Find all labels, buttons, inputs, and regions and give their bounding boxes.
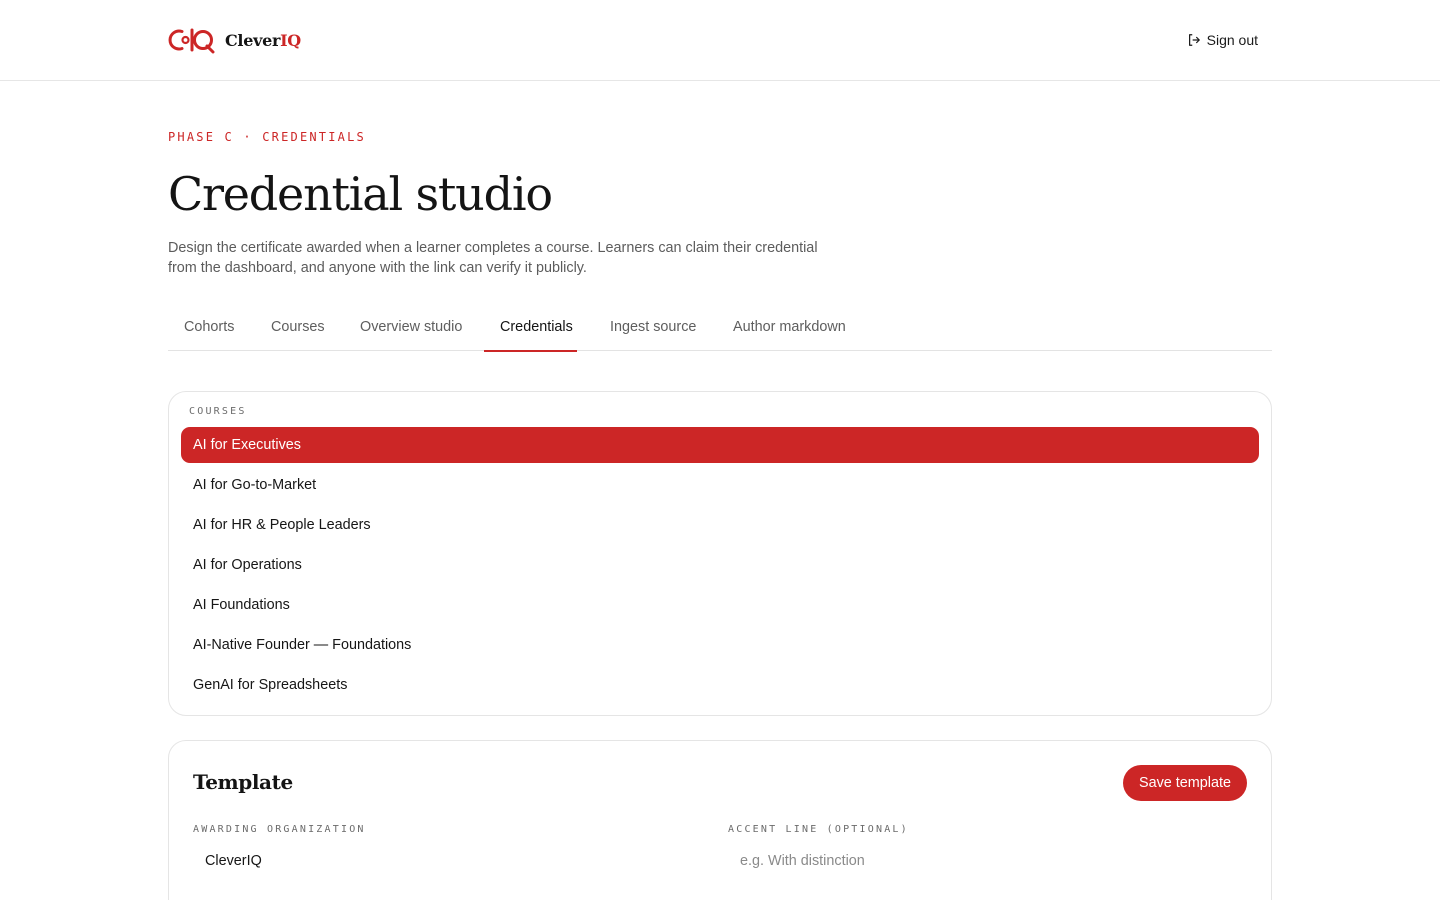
course-item-ai-foundations[interactable]: AI Foundations (181, 587, 1259, 623)
course-list: AI for Executives AI for Go-to-Market AI… (181, 427, 1259, 707)
sign-out-icon (1188, 34, 1200, 46)
tab-overview-studio[interactable]: Overview studio (344, 311, 478, 351)
template-title: Template (193, 770, 293, 794)
page-description: Design the certificate awarded when a le… (168, 240, 818, 276)
tab-cohorts[interactable]: Cohorts (168, 311, 250, 351)
cleveriq-logo-icon (168, 28, 215, 54)
awarding-organization-label: AWARDING ORGANIZATION (193, 824, 366, 835)
save-template-button[interactable]: Save template (1123, 765, 1247, 801)
courses-panel: COURSES AI for Executives AI for Go-to-M… (168, 391, 1272, 716)
course-item-ai-native-founder-foundations[interactable]: AI-Native Founder — Foundations (181, 627, 1259, 663)
course-item-ai-for-operations[interactable]: AI for Operations (181, 547, 1259, 583)
top-bar: CleverIQ Sign out (0, 0, 1440, 81)
section-eyebrow: PHASE C · CREDENTIALS (168, 130, 366, 144)
course-item-genai-for-spreadsheets[interactable]: GenAI for Spreadsheets (181, 667, 1259, 703)
tab-ingest-source[interactable]: Ingest source (594, 311, 712, 351)
tab-credentials[interactable]: Credentials (484, 311, 577, 352)
brand-name: CleverIQ (225, 30, 301, 50)
template-panel: Template Save template AWARDING ORGANIZA… (168, 740, 1272, 900)
studio-tabs: Cohorts Courses Overview studio Credenti… (168, 311, 1272, 352)
course-item-ai-for-executives[interactable]: AI for Executives (181, 427, 1259, 463)
tab-author-markdown[interactable]: Author markdown (717, 311, 862, 351)
brand-logo-link[interactable]: CleverIQ (168, 26, 301, 54)
accent-line-input[interactable] (728, 843, 1238, 879)
course-item-ai-for-go-to-market[interactable]: AI for Go-to-Market (181, 467, 1259, 503)
courses-section-label: COURSES (189, 406, 247, 417)
page-title: Credential studio (168, 167, 553, 221)
tab-courses[interactable]: Courses (255, 311, 341, 351)
awarding-organization-input[interactable] (193, 843, 703, 879)
sign-out-button[interactable]: Sign out (1187, 30, 1258, 50)
course-item-ai-for-hr-people-leaders[interactable]: AI for HR & People Leaders (181, 507, 1259, 543)
accent-line-label: ACCENT LINE (OPTIONAL) (728, 824, 909, 835)
sign-out-label: Sign out (1206, 32, 1258, 48)
